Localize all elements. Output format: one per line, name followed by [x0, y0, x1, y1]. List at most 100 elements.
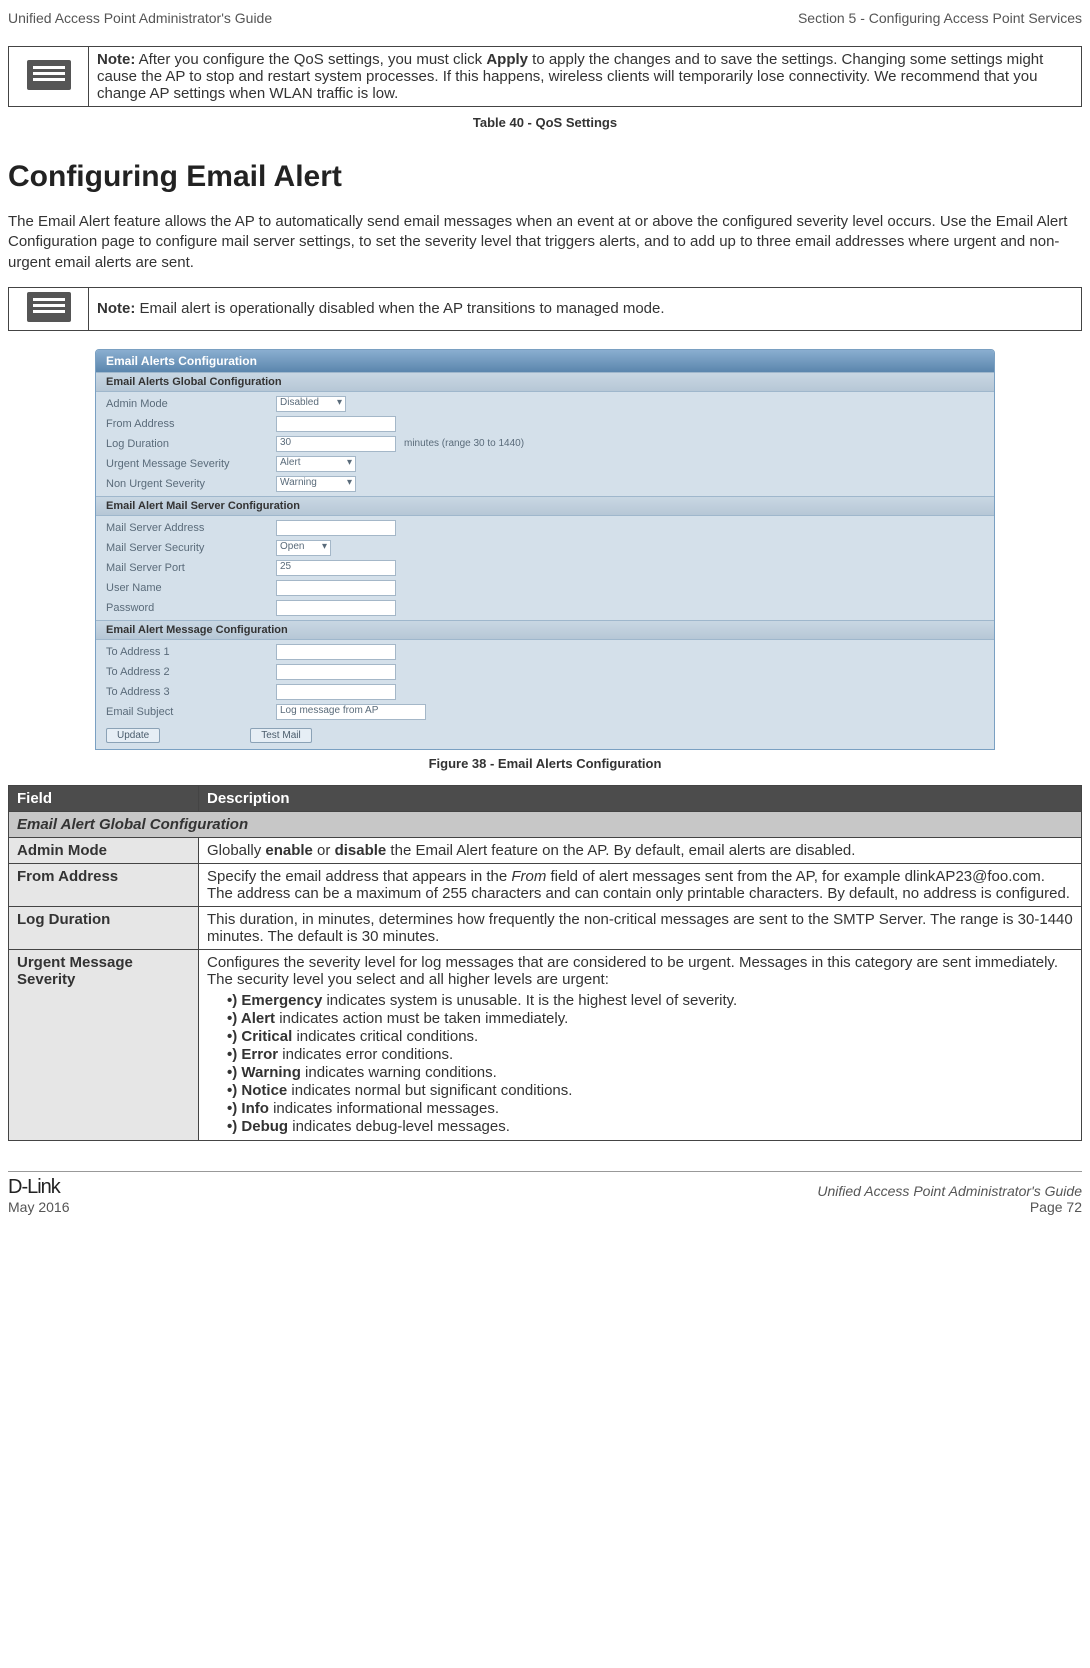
note-prefix: Note: — [97, 51, 135, 68]
page-title: Configuring Email Alert — [8, 160, 1082, 194]
intro-paragraph: The Email Alert feature allows the AP to… — [8, 212, 1082, 273]
list-item: Warning indicates warning conditions. — [227, 1064, 1073, 1081]
desc-admin-mode: Globally enable or disable the Email Ale… — [199, 837, 1082, 863]
note-body: Email alert is operationally disabled wh… — [135, 300, 664, 317]
text: or — [313, 842, 335, 859]
table-section-header: Email Alert Global Configuration — [9, 811, 1082, 837]
bold: Emergency — [241, 992, 322, 1009]
field-admin-mode: Admin Mode — [9, 837, 199, 863]
row-nonurgent-severity: Non Urgent Severity Warning — [106, 474, 984, 494]
text: indicates normal but significant conditi… — [287, 1082, 572, 1099]
label-mailserver-security: Mail Server Security — [106, 542, 276, 554]
row-from-address: From Address — [106, 414, 984, 434]
note-apply-bold: Apply — [486, 51, 528, 68]
field-from-address: From Address — [9, 863, 199, 906]
list-item: Critical indicates critical conditions. — [227, 1028, 1073, 1045]
text: indicates error conditions. — [278, 1046, 453, 1063]
table-40-caption: Table 40 - QoS Settings — [8, 115, 1082, 130]
label-username: User Name — [106, 582, 276, 594]
input-mailserver-port[interactable]: 25 — [276, 560, 396, 576]
severity-list: Emergency indicates system is unusable. … — [207, 992, 1073, 1135]
note-text: Note: Email alert is operationally disab… — [89, 287, 1082, 330]
footer-right: Unified Access Point Administrator's Gui… — [817, 1183, 1082, 1215]
note-text: Note: After you configure the QoS settin… — [89, 47, 1082, 107]
select-urgent-severity[interactable]: Alert — [276, 456, 356, 472]
select-nonurgent-severity[interactable]: Warning — [276, 476, 356, 492]
row-password: Password — [106, 598, 984, 618]
label-to-address-3: To Address 3 — [106, 686, 276, 698]
bold: Error — [241, 1046, 278, 1063]
input-to-address-1[interactable] — [276, 644, 396, 660]
select-admin-mode[interactable]: Disabled — [276, 396, 346, 412]
bold-enable: enable — [265, 842, 313, 859]
label-mailserver-address: Mail Server Address — [106, 522, 276, 534]
page-header: Unified Access Point Administrator's Gui… — [8, 10, 1082, 26]
list-item: Info indicates informational messages. — [227, 1100, 1073, 1117]
list-item: Emergency indicates system is unusable. … — [227, 992, 1073, 1009]
list-item: Debug indicates debug-level messages. — [227, 1118, 1073, 1135]
bold: Notice — [241, 1082, 287, 1099]
row-to-address-2: To Address 2 — [106, 662, 984, 682]
email-alerts-screenshot: Email Alerts Configuration Email Alerts … — [95, 349, 995, 750]
input-email-subject[interactable]: Log message from AP — [276, 704, 426, 720]
ss-section-message: Email Alert Message Configuration — [96, 620, 994, 640]
row-mailserver-security: Mail Server Security Open — [106, 538, 984, 558]
text: the Email Alert feature on the AP. By de… — [386, 842, 855, 859]
field-description-table: Field Description Email Alert Global Con… — [8, 785, 1082, 1141]
select-mailserver-security[interactable]: Open — [276, 540, 331, 556]
list-item: Notice indicates normal but significant … — [227, 1082, 1073, 1099]
page-footer: D-Link May 2016 Unified Access Point Adm… — [8, 1171, 1082, 1215]
note-prefix: Note: — [97, 300, 135, 317]
test-mail-button[interactable]: Test Mail — [250, 728, 311, 743]
text: indicates critical conditions. — [292, 1028, 478, 1045]
input-from-address[interactable] — [276, 416, 396, 432]
brand-logo: D-Link — [8, 1176, 69, 1199]
update-button[interactable]: Update — [106, 728, 160, 743]
note-box-email: Note: Email alert is operationally disab… — [8, 287, 1082, 331]
desc-log-duration: This duration, in minutes, determines ho… — [199, 906, 1082, 949]
footer-title: Unified Access Point Administrator's Gui… — [817, 1183, 1082, 1199]
bold: Warning — [241, 1064, 300, 1081]
label-password: Password — [106, 602, 276, 614]
input-username[interactable] — [276, 580, 396, 596]
field-log-duration: Log Duration — [9, 906, 199, 949]
footer-left: D-Link May 2016 — [8, 1176, 69, 1215]
row-to-address-3: To Address 3 — [106, 682, 984, 702]
note-box-qos: Note: After you configure the QoS settin… — [8, 46, 1082, 107]
col-header-description: Description — [199, 785, 1082, 811]
header-right: Section 5 - Configuring Access Point Ser… — [798, 10, 1082, 26]
list-item: Error indicates error conditions. — [227, 1046, 1073, 1063]
label-to-address-2: To Address 2 — [106, 666, 276, 678]
bold: Debug — [241, 1118, 288, 1135]
footer-date: May 2016 — [8, 1199, 69, 1215]
text: Specify the email address that appears i… — [207, 868, 511, 885]
input-to-address-2[interactable] — [276, 664, 396, 680]
input-mailserver-address[interactable] — [276, 520, 396, 536]
ss-section-global: Email Alerts Global Configuration — [96, 372, 994, 392]
text: indicates warning conditions. — [301, 1064, 497, 1081]
footer-page: Page 72 — [817, 1199, 1082, 1215]
input-log-duration[interactable]: 30 — [276, 436, 396, 452]
bold: Alert — [241, 1010, 275, 1027]
text: indicates action must be taken immediate… — [275, 1010, 568, 1027]
row-email-subject: Email Subject Log message from AP — [106, 702, 984, 722]
italic-from: From — [511, 868, 546, 885]
row-username: User Name — [106, 578, 984, 598]
text: indicates debug-level messages. — [288, 1118, 510, 1135]
text: indicates informational messages. — [269, 1100, 499, 1117]
note-icon-cell — [9, 47, 89, 107]
row-log-duration: Log Duration 30 minutes (range 30 to 144… — [106, 434, 984, 454]
row-urgent-severity: Urgent Message Severity Alert — [106, 454, 984, 474]
row-mailserver-port: Mail Server Port 25 — [106, 558, 984, 578]
input-password[interactable] — [276, 600, 396, 616]
row-admin-mode: Admin Mode Disabled — [106, 394, 984, 414]
label-from-address: From Address — [106, 418, 276, 430]
label-log-duration: Log Duration — [106, 438, 276, 450]
input-to-address-3[interactable] — [276, 684, 396, 700]
list-item: Alert indicates action must be taken imm… — [227, 1010, 1073, 1027]
note-part-a: After you configure the QoS settings, yo… — [135, 51, 486, 68]
bold: Info — [241, 1100, 269, 1117]
field-urgent-message-severity: Urgent Message Severity — [9, 949, 199, 1140]
desc-from-address: Specify the email address that appears i… — [199, 863, 1082, 906]
desc-urgent-message-severity: Configures the severity level for log me… — [199, 949, 1082, 1140]
